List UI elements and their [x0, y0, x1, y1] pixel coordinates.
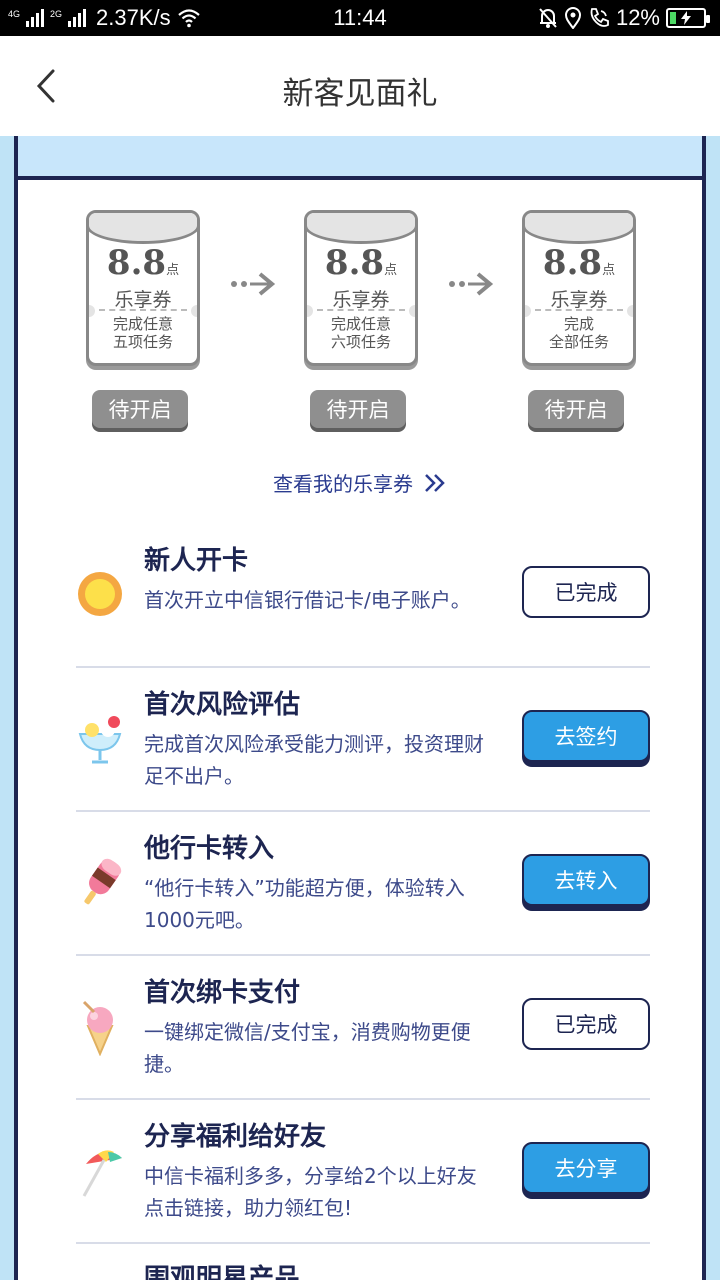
coupon-desc-line: 完成任意	[112, 315, 173, 333]
view-my-coupons-link[interactable]: 查看我的乐享券	[18, 468, 702, 497]
task-transfer-in: 他行卡转入 “他行卡转入”功能超方便，体验转入1000元吧。 去转入	[76, 812, 650, 956]
nav-header: 新客见面礼	[0, 36, 720, 136]
status-right: 12%	[538, 5, 710, 31]
wifi-icon	[177, 9, 200, 28]
coupon-amount-value: 8.8	[106, 243, 167, 283]
transfer-in-button[interactable]: 去转入	[522, 854, 650, 906]
task-done-button[interactable]: 已完成	[522, 566, 650, 618]
beach-umbrella-icon	[82, 1150, 122, 1197]
coupon-card: 8.8点 乐享券 完成任意 五项任务	[86, 210, 200, 366]
coupon-2[interactable]: 8.8点 乐享券 完成任意 六项任务 待开启	[304, 210, 424, 428]
coupon-amount: 8.8点	[525, 243, 633, 283]
coupon-description: 完成任意 五项任务	[89, 315, 197, 351]
network-speed: 2.37K/s	[96, 5, 171, 30]
battery-icon	[666, 8, 710, 28]
coupon-amount-value: 8.8	[324, 243, 385, 283]
coupon-description: 完成 全部任务	[525, 315, 633, 351]
task-list: 新人开卡 首次开立中信银行借记卡/电子账户。 已完成 首次风险评估 完成首次风险…	[76, 524, 650, 1280]
coupon-lid	[307, 213, 415, 244]
task-star-products: 围观明星产品	[76, 1244, 650, 1280]
task-title: 新人开卡	[144, 546, 249, 576]
coupon-amount: 8.8点	[307, 243, 415, 283]
view-link-label: 查看我的乐享券	[273, 472, 413, 496]
coupon-divider	[317, 309, 405, 311]
sign-up-button[interactable]: 去签约	[522, 710, 650, 762]
panel-header-band	[18, 136, 702, 180]
coupon-desc-line: 全部任务	[548, 333, 609, 351]
signal-icon-2	[68, 9, 87, 27]
gift-panel: 8.8点 乐享券 完成任意 五项任务 待开启 8.8点 乐享券 完成任意 六项任…	[14, 136, 706, 1280]
mute-bell-icon	[539, 8, 557, 28]
battery-percent: 12%	[615, 5, 660, 30]
coupon-desc-line: 六项任务	[330, 333, 391, 351]
sundae-icon	[78, 716, 122, 764]
task-title: 首次绑卡支付	[144, 978, 301, 1008]
arrow-right-icon	[449, 272, 494, 296]
task-description: 首次开立中信银行借记卡/电子账户。	[144, 588, 471, 612]
coupon-unit: 点	[166, 263, 180, 278]
coupon-lid	[525, 213, 633, 244]
coupon-name: 乐享券	[550, 289, 608, 311]
coupon-status-badge: 待开启	[92, 390, 188, 428]
double-chevron-right-icon	[425, 473, 445, 492]
coupon-lid	[89, 213, 197, 244]
location-icon	[564, 7, 581, 29]
task-title: 首次风险评估	[144, 690, 301, 720]
popsicle-icon	[84, 858, 122, 905]
sun-icon	[78, 572, 122, 616]
coupon-desc-line: 完成任意	[330, 315, 391, 333]
coupon-unit: 点	[384, 263, 398, 278]
task-risk-assessment: 首次风险评估 完成首次风险承受能力测评，投资理财足不出户。 去签约	[76, 668, 650, 812]
coupon-desc-line: 完成	[563, 315, 594, 333]
coupon-3[interactable]: 8.8点 乐享券 完成 全部任务 待开启	[522, 210, 642, 428]
task-description: 中信卡福利多多，分享给2个以上好友点击链接，助力领红包!	[144, 1164, 477, 1220]
ice-cream-cone-icon	[82, 1000, 114, 1056]
coupon-unit: 点	[602, 263, 616, 278]
task-done-button[interactable]: 已完成	[522, 998, 650, 1050]
coupon-divider	[99, 309, 187, 311]
arrow-right-icon	[231, 272, 276, 296]
task-new-card: 新人开卡 首次开立中信银行借记卡/电子账户。 已完成	[76, 524, 650, 668]
share-button[interactable]: 去分享	[522, 1142, 650, 1194]
coupon-desc-line: 五项任务	[112, 333, 173, 351]
coupon-card: 8.8点 乐享券 完成 全部任务	[522, 210, 636, 366]
call-icon	[590, 8, 609, 27]
task-description: 一键绑定微信/支付宝，消费购物更便捷。	[144, 1020, 471, 1076]
coupon-amount: 8.8点	[89, 243, 197, 283]
coupon-description: 完成任意 六项任务	[307, 315, 415, 351]
task-description: 完成首次风险承受能力测评，投资理财足不出户。	[144, 732, 484, 788]
coupon-name: 乐享券	[332, 289, 390, 311]
task-bind-card: 首次绑卡支付 一键绑定微信/支付宝，消费购物更便捷。 已完成	[76, 956, 650, 1100]
status-bar: 4G 2G 2.37K/s 11:44 12%	[0, 0, 720, 36]
task-title: 他行卡转入	[144, 834, 275, 864]
task-description: “他行卡转入”功能超方便，体验转入1000元吧。	[144, 876, 465, 932]
network-type-2: 2G	[50, 8, 63, 19]
coupon-name: 乐享券	[114, 289, 172, 311]
task-title: 分享福利给好友	[144, 1122, 327, 1152]
signal-icon	[26, 9, 45, 27]
network-type-1: 4G	[8, 8, 21, 19]
task-share: 分享福利给好友 中信卡福利多多，分享给2个以上好友点击链接，助力领红包! 去分享	[76, 1100, 650, 1244]
task-title: 围观明星产品	[144, 1264, 301, 1280]
coupon-1[interactable]: 8.8点 乐享券 完成任意 五项任务 待开启	[86, 210, 206, 428]
coupon-status-badge: 待开启	[528, 390, 624, 428]
status-left: 4G 2G 2.37K/s	[8, 5, 201, 31]
coupon-card: 8.8点 乐享券 完成任意 六项任务	[304, 210, 418, 366]
coupon-row: 8.8点 乐享券 完成任意 五项任务 待开启 8.8点 乐享券 完成任意 六项任…	[18, 210, 702, 440]
page-title: 新客见面礼	[282, 76, 438, 112]
coupon-amount-value: 8.8	[542, 243, 603, 283]
coupon-divider	[535, 309, 623, 311]
coupon-status-badge: 待开启	[310, 390, 406, 428]
